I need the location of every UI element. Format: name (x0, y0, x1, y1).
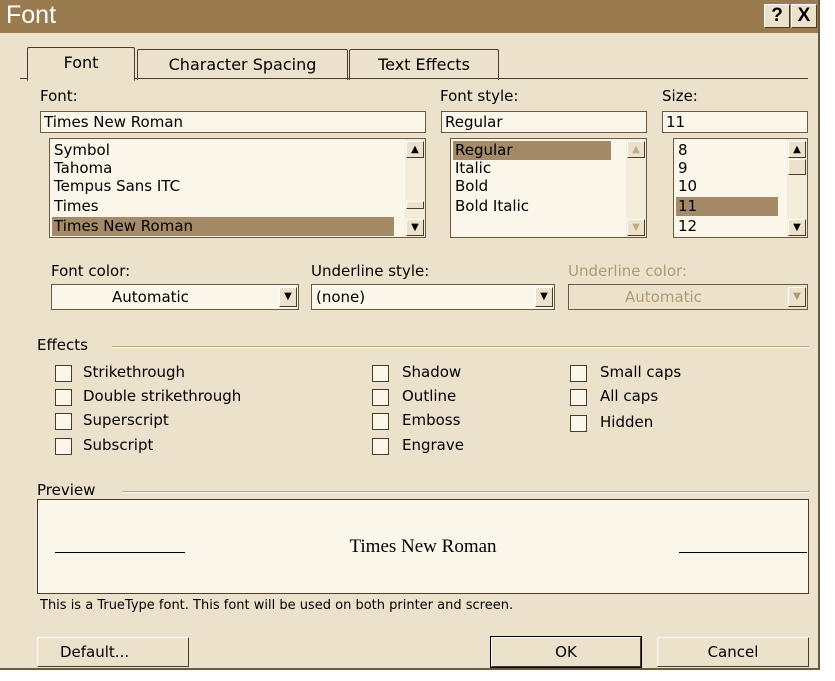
underline-style-select[interactable]: (none) ▼ (311, 284, 555, 310)
outline-label[interactable]: Outline (402, 387, 456, 405)
tab-font[interactable]: Font (27, 47, 135, 81)
font-style-scrollbar: ▲ ▼ (626, 139, 646, 237)
font-style-item[interactable]: Bold (453, 177, 488, 196)
superscript-checkbox[interactable] (55, 413, 72, 430)
help-button[interactable]: ? (764, 4, 790, 28)
font-color-label: Font color: (51, 262, 131, 280)
size-item[interactable]: 10 (676, 177, 697, 196)
title-bar: Font ? X (0, 0, 818, 33)
font-style-item-selected[interactable]: Regular (453, 141, 611, 160)
underline-color-value: Automatic (625, 288, 702, 306)
font-list-item[interactable]: Times (52, 197, 99, 216)
font-style-list[interactable]: Regular Italic Bold Bold Italic ▲ ▼ (450, 138, 647, 238)
effects-divider (112, 346, 809, 348)
preview-group-label: Preview (37, 481, 96, 499)
shadow-label[interactable]: Shadow (402, 363, 461, 381)
hidden-label[interactable]: Hidden (600, 413, 653, 431)
size-item[interactable]: 9 (676, 159, 688, 178)
preview-divider (122, 491, 809, 493)
emboss-label[interactable]: Emboss (402, 411, 460, 429)
size-list-scrollbar[interactable]: ▲ ▼ (787, 139, 807, 237)
engrave-checkbox[interactable] (372, 438, 389, 455)
all-caps-label[interactable]: All caps (600, 387, 658, 405)
underline-color-label: Underline color: (568, 262, 687, 280)
font-style-input[interactable]: Regular (441, 111, 647, 133)
font-list-scrollbar[interactable]: ▲ ▼ (405, 139, 425, 237)
tab-character-spacing[interactable]: Character Spacing (137, 49, 348, 80)
font-name-input[interactable]: Times New Roman (40, 111, 426, 133)
tab-divider (20, 78, 808, 79)
preview-line-right (679, 552, 807, 553)
size-item[interactable]: 12 (676, 217, 697, 236)
size-item[interactable]: 8 (676, 141, 688, 160)
underline-style-label: Underline style: (311, 262, 430, 280)
scroll-thumb[interactable] (788, 159, 806, 175)
font-label: Font: (40, 87, 78, 105)
ok-button[interactable]: OK (490, 636, 642, 668)
chevron-down-icon[interactable]: ▼ (535, 287, 553, 307)
font-dialog: Font ? X Font Character Spacing Text Eff… (0, 0, 820, 670)
scroll-up-icon: ▲ (627, 141, 645, 158)
scroll-down-icon[interactable]: ▼ (406, 219, 424, 236)
underline-color-select: Automatic ▼ (568, 284, 808, 310)
scroll-thumb[interactable] (406, 201, 424, 209)
strikethrough-checkbox[interactable] (55, 365, 72, 382)
font-style-label: Font style: (440, 87, 519, 105)
cancel-button[interactable]: Cancel (657, 637, 809, 667)
font-color-value: Automatic (112, 288, 189, 306)
scroll-down-icon[interactable]: ▼ (788, 219, 806, 236)
font-list[interactable]: Symbol Tahoma Tempus Sans ITC Times Time… (49, 138, 426, 238)
engrave-label[interactable]: Engrave (402, 436, 464, 454)
all-caps-checkbox[interactable] (570, 389, 587, 406)
font-list-item[interactable]: Tahoma (52, 159, 112, 178)
double-strikethrough-checkbox[interactable] (55, 389, 72, 406)
font-style-item[interactable]: Italic (453, 159, 491, 178)
double-strikethrough-label[interactable]: Double strikethrough (83, 387, 241, 405)
size-input[interactable]: 11 (662, 111, 808, 133)
underline-style-value: (none) (316, 288, 366, 306)
truetype-note: This is a TrueType font. This font will … (40, 598, 514, 613)
effects-group-label: Effects (37, 336, 88, 354)
font-color-select[interactable]: Automatic ▼ (51, 284, 299, 310)
chevron-down-icon[interactable]: ▼ (279, 287, 297, 307)
small-caps-checkbox[interactable] (570, 365, 587, 382)
font-list-item[interactable]: Tempus Sans ITC (52, 177, 180, 196)
emboss-checkbox[interactable] (372, 413, 389, 430)
preview-box: Times New Roman (37, 499, 809, 594)
shadow-checkbox[interactable] (372, 365, 389, 382)
window-title: Font (6, 1, 57, 29)
preview-text: Times New Roman (349, 536, 497, 557)
size-item-selected[interactable]: 11 (676, 197, 778, 216)
strikethrough-label[interactable]: Strikethrough (83, 363, 185, 381)
subscript-label[interactable]: Subscript (83, 436, 153, 454)
superscript-label[interactable]: Superscript (83, 411, 169, 429)
font-style-item[interactable]: Bold Italic (453, 197, 529, 216)
hidden-checkbox[interactable] (570, 415, 587, 432)
scroll-up-icon[interactable]: ▲ (788, 141, 806, 158)
scroll-up-icon[interactable]: ▲ (406, 141, 424, 158)
chevron-down-icon: ▼ (788, 287, 806, 307)
close-button[interactable]: X (791, 4, 817, 28)
outline-checkbox[interactable] (372, 389, 389, 406)
font-list-item[interactable]: Symbol (52, 141, 110, 160)
font-list-item-selected[interactable]: Times New Roman (52, 217, 394, 236)
size-list[interactable]: 8 9 10 11 12 ▲ ▼ (673, 138, 808, 238)
small-caps-label[interactable]: Small caps (600, 363, 681, 381)
scroll-down-icon: ▼ (627, 219, 645, 236)
subscript-checkbox[interactable] (55, 438, 72, 455)
tab-text-effects[interactable]: Text Effects (349, 49, 499, 80)
default-button[interactable]: Default... (37, 637, 189, 667)
size-label: Size: (662, 87, 698, 105)
